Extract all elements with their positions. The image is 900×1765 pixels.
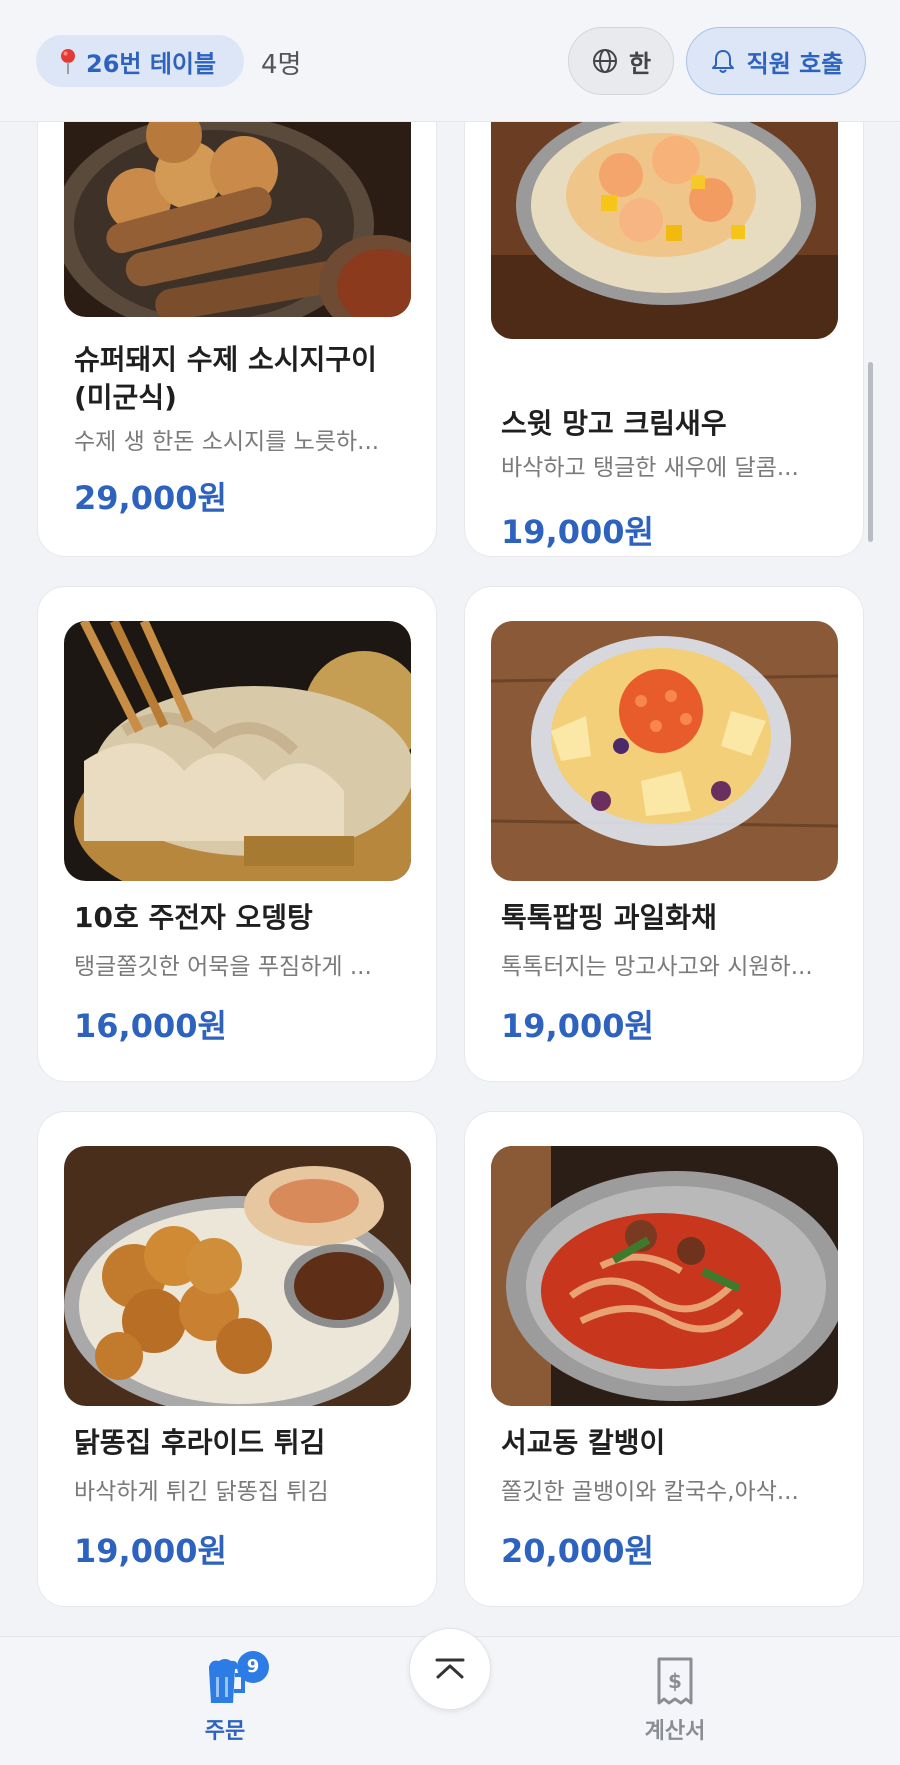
- scroll-top-button[interactable]: [409, 1628, 491, 1710]
- globe-icon: [592, 49, 617, 73]
- menu-card[interactable]: 톡톡팝핑 과일화채 톡톡터지는 망고사고와 시원하... 19,000원: [464, 586, 864, 1082]
- table-badge: 26번 테이블: [36, 35, 244, 87]
- menu-card[interactable]: 스윗 망고 크림새우 바삭하고 탱글한 새우에 달콤... 19,000원: [464, 50, 864, 557]
- menu-image-odeng-soup: [64, 621, 411, 881]
- menu-name: 슈퍼돼지 수제 소시지구이 (미군식): [74, 343, 377, 414]
- menu-card[interactable]: 10호 주전자 오뎅탕 탱글쫄깃한 어묵을 푸짐하게 ... 16,000원: [37, 586, 437, 1082]
- receipt-icon: $: [657, 1657, 693, 1705]
- menu-price: 16,000원: [74, 1007, 227, 1045]
- menu-description: 수제 생 한돈 소시지를 노릇하...: [74, 429, 380, 455]
- menu-card[interactable]: 서교동 칼뱅이 쫄깃한 골뱅이와 칼국수,아삭... 20,000원: [464, 1111, 864, 1607]
- menu-name: 스윗 망고 크림새우: [501, 407, 727, 440]
- nav-bill-label: 계산서: [644, 1719, 706, 1744]
- nav-bill[interactable]: $ 계산서: [595, 1657, 755, 1745]
- menu-price: 29,000원: [74, 479, 227, 517]
- menu-image-fried-gizzard: [64, 1146, 411, 1406]
- language-button[interactable]: 한: [568, 27, 674, 95]
- call-staff-button[interactable]: 직원 호출: [686, 27, 866, 95]
- menu-price: 20,000원: [501, 1532, 654, 1570]
- nav-order-label: 주문: [204, 1719, 246, 1744]
- menu-description: 바삭하고 탱글한 새우에 달콤...: [501, 455, 799, 481]
- chevron-up-icon: [435, 1658, 465, 1679]
- order-count-badge: 9: [237, 1651, 269, 1683]
- table-number-label: 26번 테이블: [86, 49, 217, 78]
- menu-image-golbaengi: [491, 1146, 838, 1406]
- menu-description: 톡톡터지는 망고사고와 시원하...: [501, 954, 813, 980]
- menu-name: 톡톡팝핑 과일화채: [501, 901, 717, 934]
- nav-order[interactable]: 9 주문: [145, 1651, 305, 1745]
- menu-description: 바삭하게 튀긴 닭똥집 튀김: [74, 1479, 329, 1505]
- menu-price: 19,000원: [501, 513, 654, 551]
- menu-price: 19,000원: [74, 1532, 227, 1570]
- menu-name: 닭똥집 후라이드 튀김: [74, 1426, 326, 1459]
- scrollbar-thumb[interactable]: [868, 362, 873, 542]
- bell-icon: [711, 50, 734, 73]
- pin-icon: [61, 49, 75, 74]
- menu-description: 쫄깃한 골뱅이와 칼국수,아삭...: [501, 1479, 799, 1505]
- menu-name: 서교동 칼뱅이: [501, 1426, 666, 1459]
- menu-card[interactable]: 슈퍼돼지 수제 소시지구이 (미군식) 수제 생 한돈 소시지를 노릇하... …: [37, 50, 437, 557]
- guest-count: 4명: [261, 50, 302, 80]
- language-label: 한: [628, 49, 652, 78]
- call-staff-label: 직원 호출: [746, 49, 844, 78]
- top-header: 26번 테이블 4명 한 직원 호출: [0, 0, 900, 122]
- menu-description: 탱글쫄깃한 어묵을 푸짐하게 ...: [74, 954, 372, 980]
- svg-text:$: $: [668, 1669, 682, 1693]
- menu-card[interactable]: 닭똥집 후라이드 튀김 바삭하게 튀긴 닭똥집 튀김 19,000원: [37, 1111, 437, 1607]
- menu-price: 19,000원: [501, 1007, 654, 1045]
- menu-image-fruit-punch: [491, 621, 838, 881]
- menu-name: 10호 주전자 오뎅탕: [74, 901, 313, 934]
